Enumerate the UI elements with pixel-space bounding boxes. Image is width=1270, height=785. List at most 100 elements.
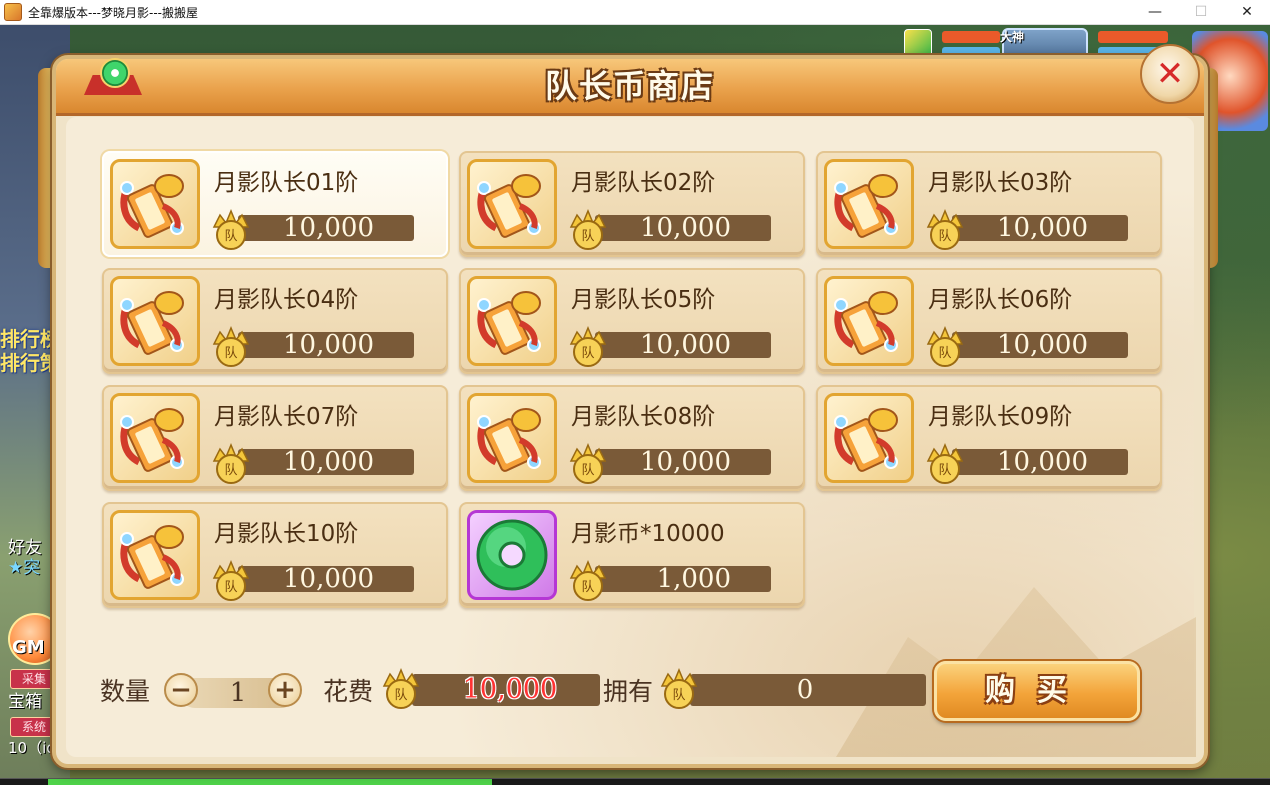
- cost-label: 花费: [323, 677, 374, 706]
- dialog-header: 队长币商店: [56, 59, 1204, 116]
- gm-label: GM: [12, 637, 45, 658]
- experience-fill: [48, 779, 492, 785]
- window-controls: — ☐ ✕: [1132, 0, 1270, 24]
- captain-coin-icon: 队: [567, 443, 609, 485]
- item-name: 月影队长01阶: [214, 170, 359, 196]
- item-name: 月影队长05阶: [571, 287, 716, 313]
- shop-item[interactable]: 月影队长03阶 10,000 队: [816, 151, 1162, 257]
- cost-value: 10,000: [462, 674, 558, 705]
- scroll-icon: [824, 393, 914, 483]
- item-name: 月影队长08阶: [571, 404, 716, 430]
- maximize-button[interactable]: ☐: [1178, 0, 1224, 24]
- captain-coin-icon: 队: [210, 209, 252, 251]
- item-name: 月影队长03阶: [928, 170, 1073, 196]
- item-name: 月影队长04阶: [214, 287, 359, 313]
- price-bar: 10,000: [595, 447, 771, 477]
- scroll-icon: [467, 393, 557, 483]
- scroll-icon: [467, 159, 557, 249]
- item-name: 月影币*10000: [571, 521, 725, 547]
- coin-glyph: 队: [581, 463, 594, 478]
- close-button[interactable]: ✕: [1140, 44, 1200, 104]
- shop-item[interactable]: 月影队长07阶 10,000 队: [102, 385, 448, 491]
- jade-ornament: [100, 58, 130, 88]
- captain-coin-icon: 队: [380, 668, 424, 712]
- price-bar: 10,000: [952, 447, 1128, 477]
- ally-name: 大神: [1000, 30, 1025, 44]
- item-price: 10,000: [640, 330, 731, 360]
- item-price: 1,000: [656, 564, 731, 594]
- scroll-icon: [110, 510, 200, 600]
- item-price: 10,000: [283, 213, 374, 243]
- item-price: 10,000: [283, 447, 374, 477]
- price-bar: 10,000: [595, 213, 771, 243]
- price-bar: 10,000: [238, 564, 414, 594]
- coin-glyph: 队: [394, 688, 407, 703]
- ally1-hp-bar: [942, 31, 1000, 43]
- rank-list-text-2[interactable]: 排行策: [0, 347, 60, 376]
- window-title: 全靠爆版本---梦晓月影---搬搬屋: [28, 5, 198, 20]
- coin-glyph: 队: [224, 463, 237, 478]
- scroll-icon: [110, 393, 200, 483]
- coin-glyph: 队: [581, 346, 594, 361]
- decrease-quantity-button[interactable]: −: [164, 673, 198, 707]
- shop-item[interactable]: 月影队长09阶 10,000 队: [816, 385, 1162, 491]
- scroll-icon: [824, 159, 914, 249]
- shop-item[interactable]: 月影队长05阶 10,000 队: [459, 268, 805, 374]
- coin-glyph: 队: [938, 463, 951, 478]
- captain-coin-icon: 队: [210, 443, 252, 485]
- captain-coin-icon: 队: [210, 560, 252, 602]
- coin-glyph: 队: [938, 229, 951, 244]
- price-bar: 10,000: [238, 330, 414, 360]
- item-price: 10,000: [997, 213, 1088, 243]
- captain-coin-icon: 队: [924, 443, 966, 485]
- price-bar: 10,000: [238, 213, 414, 243]
- shop-item[interactable]: 月影队长04阶 10,000 队: [102, 268, 448, 374]
- buy-button[interactable]: 购买: [934, 661, 1140, 721]
- window-titlebar: 全靠爆版本---梦晓月影---搬搬屋 — ☐ ✕: [0, 0, 1270, 25]
- item-name: 月影队长07阶: [214, 404, 359, 430]
- price-bar: 10,000: [952, 213, 1128, 243]
- activity-icon[interactable]: [904, 29, 932, 57]
- shop-item[interactable]: 月影队长01阶 10,000 队: [102, 151, 448, 257]
- chest-text: 宝箱: [8, 692, 42, 712]
- shop-item-grid: 月影队长01阶 10,000 队 月影队长02阶 10,000 队 月影队长03阶 10,00…: [102, 151, 1162, 608]
- item-price: 10,000: [997, 447, 1088, 477]
- shop-item[interactable]: 月影队长08阶 10,000 队: [459, 385, 805, 491]
- item-price: 10,000: [283, 564, 374, 594]
- quantity-value[interactable]: 1: [218, 676, 258, 710]
- coin-glyph: 队: [672, 688, 685, 703]
- scroll-icon: [110, 159, 200, 249]
- item-price: 10,000: [997, 330, 1088, 360]
- ally2-hp-bar: [1098, 31, 1168, 43]
- window-close-button[interactable]: ✕: [1224, 0, 1270, 24]
- item-price: 10,000: [283, 330, 374, 360]
- captain-coin-icon: 队: [924, 326, 966, 368]
- shop-item[interactable]: 月影队长10阶 10,000 队: [102, 502, 448, 608]
- coin-glyph: 队: [224, 346, 237, 361]
- system-tag: 系统: [10, 717, 58, 737]
- item-name: 月影队长06阶: [928, 287, 1073, 313]
- chat-line-text: 10（id: [8, 739, 56, 757]
- app-icon: [4, 3, 22, 21]
- price-bar: 10,000: [595, 330, 771, 360]
- shop-item[interactable]: 月影队长06阶 10,000 队: [816, 268, 1162, 374]
- breakthrough-text: ★突: [8, 558, 41, 578]
- price-bar: 10,000: [238, 447, 414, 477]
- minimize-button[interactable]: —: [1132, 0, 1178, 24]
- coin-glyph: 队: [581, 580, 594, 595]
- increase-quantity-button[interactable]: +: [268, 673, 302, 707]
- dialog-title: 队长币商店: [544, 67, 715, 105]
- quantity-label: 数量: [100, 677, 151, 706]
- captain-coin-icon: 队: [658, 668, 702, 712]
- shop-item[interactable]: 月影币*10000 1,000 队: [459, 502, 805, 608]
- coin-glyph: 队: [224, 580, 237, 595]
- captain-coin-icon: 队: [924, 209, 966, 251]
- scroll-icon: [110, 276, 200, 366]
- jade-lantern-icon: [84, 55, 142, 111]
- item-name: 月影队长02阶: [571, 170, 716, 196]
- captain-coin-icon: 队: [210, 326, 252, 368]
- shop-item[interactable]: 月影队长02阶 10,000 队: [459, 151, 805, 257]
- owned-label: 拥有: [603, 677, 654, 706]
- captain-coin-icon: 队: [567, 560, 609, 602]
- item-price: 10,000: [640, 213, 731, 243]
